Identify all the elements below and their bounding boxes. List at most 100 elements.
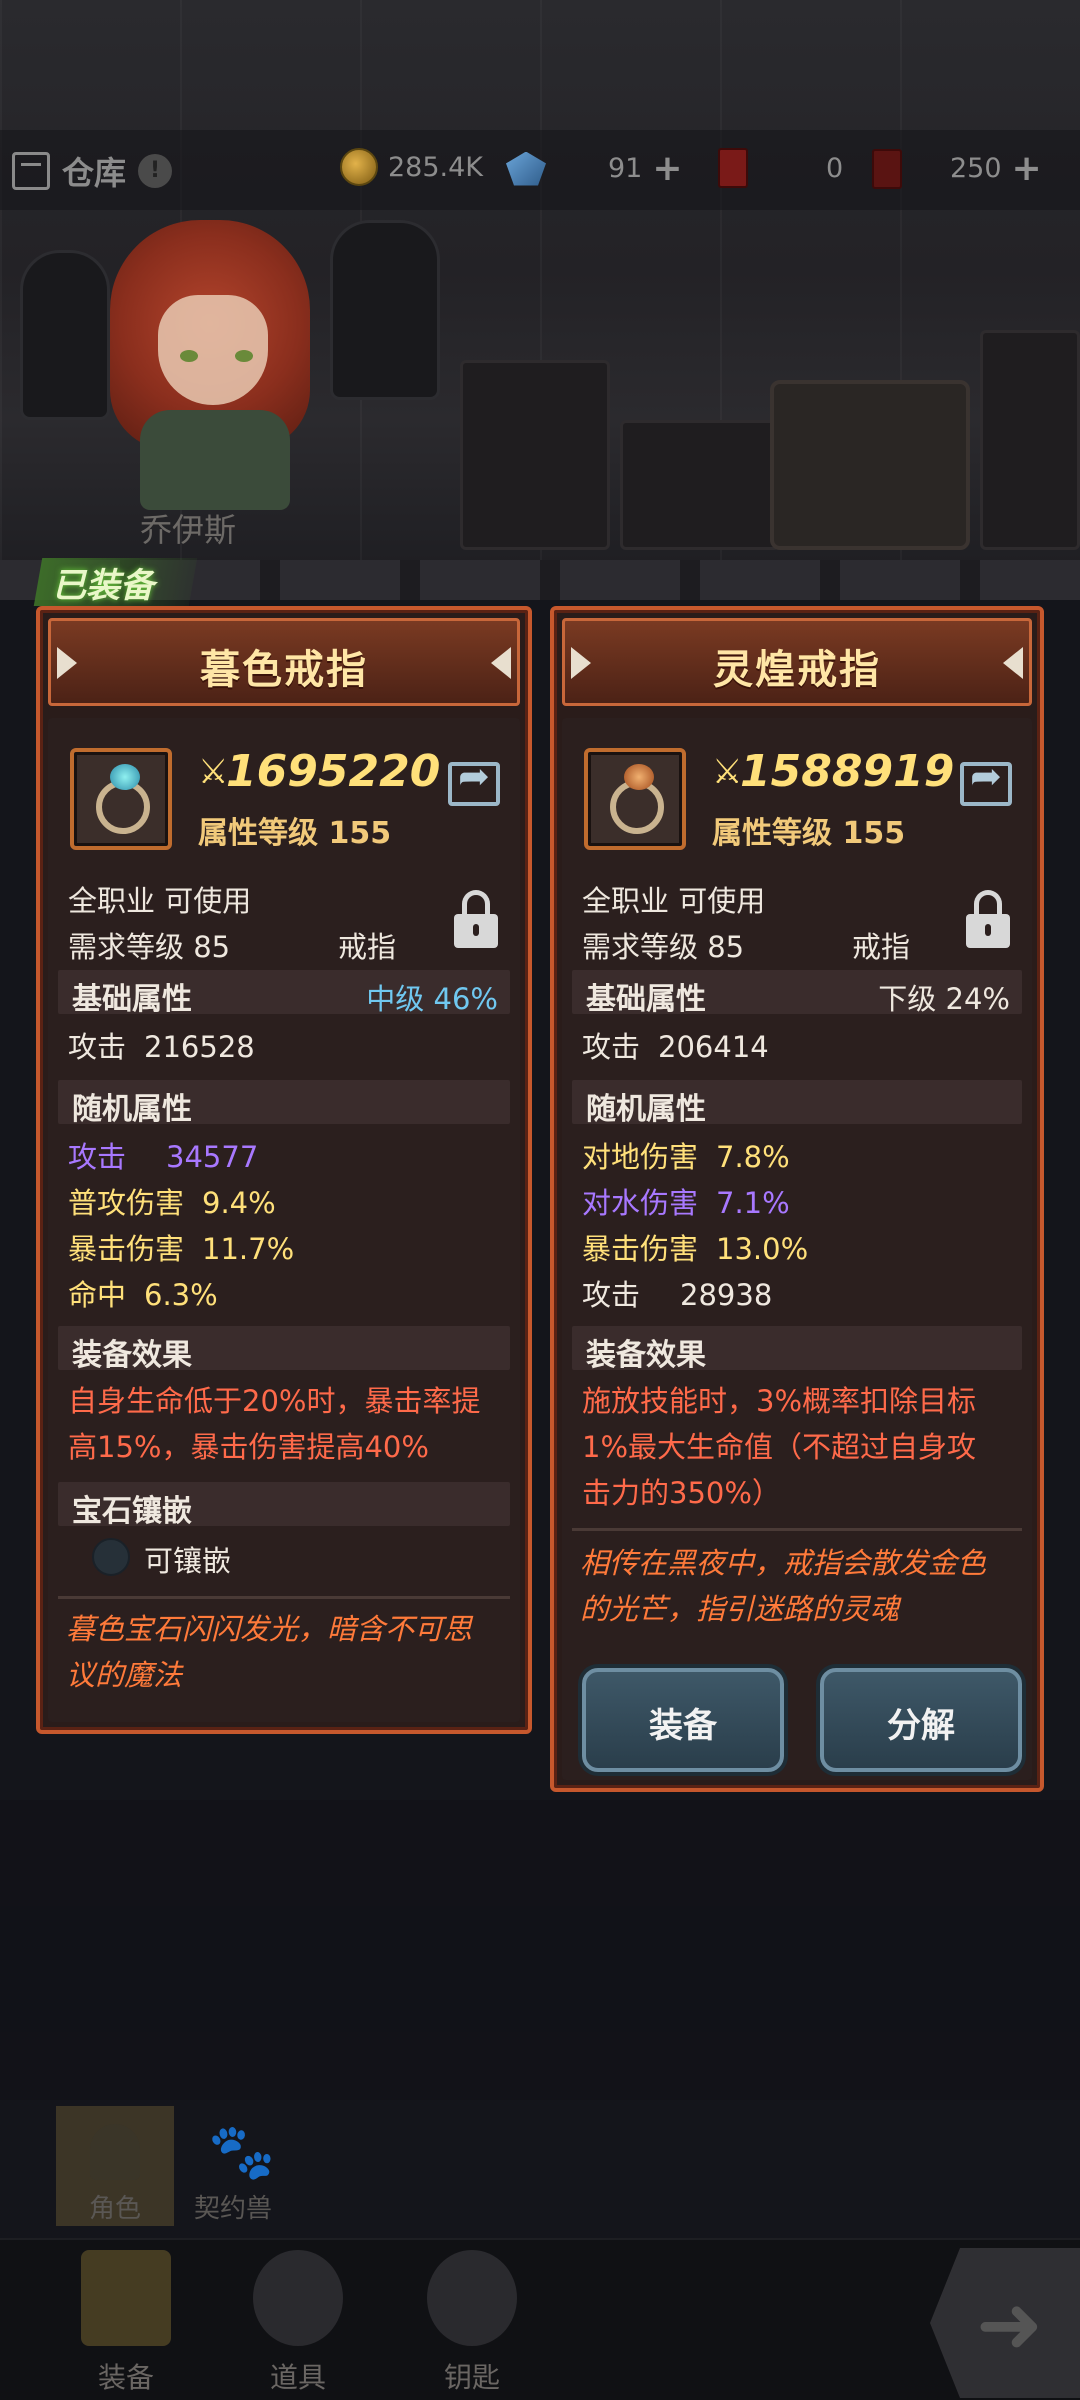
effect-line: 1%最大生命值（不超过自身攻 [582,1430,977,1464]
share-icon[interactable] [448,754,500,806]
flavor-line: 暮色宝石闪闪发光，暗含不可思 [66,1612,473,1646]
ring-item-icon [70,748,172,850]
random-stat: 攻击 28938 [582,1272,772,1314]
power-value: 1588919 [740,746,955,797]
dark-ticket-amount: 250 [950,153,1002,184]
subtab-character-label: 角色 [88,2194,141,2224]
empty-socket-icon[interactable] [92,1538,130,1576]
warehouse-header: 仓库 ! [12,148,173,194]
equipment-icon [81,2250,171,2346]
base-stat: 攻击 216528 [68,1024,255,1066]
class-requirement: 全职业 可使用 [68,884,252,918]
gem-counter: 91 + [506,148,683,189]
dismantle-button[interactable]: 分解 [820,1668,1022,1772]
item-detail-body: ⚔ 1695220 属性等级 155 全职业 可使用 需求等级 85 戒指 基础… [48,718,520,1722]
nav-tab-equipment[interactable]: 装备 [56,2238,196,2400]
subtab-pet-label: 契约兽 [193,2194,272,2224]
power-value: 1695220 [226,746,441,797]
armor-stand-decor [330,220,440,400]
forward-button[interactable]: ➜ [930,2248,1080,2398]
info-icon[interactable]: ! [138,154,173,188]
stat-name: 对水伤害 [582,1186,699,1220]
stat-value: 216528 [144,1030,255,1064]
crate-decor [620,420,780,550]
add-gems-button[interactable]: + [652,148,682,189]
nav-tab-keys[interactable]: 钥匙 [402,2238,542,2400]
stat-name: 对地伤害 [582,1140,699,1174]
paw-icon: 🐾 [208,2120,276,2183]
random-stat: 对水伤害 7.1% [582,1180,790,1222]
share-icon[interactable] [960,754,1012,806]
shelf-decor-2 [980,330,1080,550]
warehouse-label: 仓库 [62,154,127,192]
subtab-pet[interactable]: 🐾 契约兽 [174,2106,292,2226]
equip-button[interactable]: 装备 [582,1668,784,1772]
sword-power-icon: ⚔ [712,752,743,792]
base-grade-label: 中级 [366,982,425,1016]
add-tickets-button[interactable]: + [1012,148,1042,189]
stat-value: 206414 [658,1030,769,1064]
compare-item-panel: 灵煌戒指 ⚔ 1588919 属性等级 155 全职业 可使用 需求等级 85 … [550,606,1044,1792]
equip-effect-text: 自身生命低于20%时，暴击率提 高15%，暴击伤害提高40% [68,1378,502,1470]
class-requirement: 全职业 可使用 [582,884,766,918]
equip-effect-header: 装备效果 [572,1326,1022,1373]
dim-overlay [0,1800,1080,2100]
stat-name: 暴击伤害 [68,1232,185,1266]
divider [58,1596,510,1599]
red-ticket-amount: 0 [826,152,844,184]
item-title: 暮色戒指 [200,647,368,693]
lock-icon[interactable] [966,890,1010,948]
random-stat: 命中 6.3% [68,1272,218,1314]
equip-effect-label: 装备效果 [72,1338,192,1373]
stat-value: 7.1% [716,1186,790,1220]
random-stat: 暴击伤害 13.0% [582,1226,808,1268]
base-stat: 攻击 206414 [582,1024,769,1066]
base-attributes-header: 基础属性 中级 46% [58,970,510,1017]
treasure-chest-decor [770,380,970,550]
socket-status: 可镶嵌 [144,1544,232,1578]
equip-button-label: 装备 [649,1706,717,1746]
divider [572,1528,1022,1531]
stat-name: 暴击伤害 [582,1232,699,1266]
stat-value: 28938 [680,1278,773,1312]
base-attributes-label: 基础属性 [72,982,192,1017]
random-stat: 暴击伤害 11.7% [68,1226,294,1268]
ticket-dark-counter: 250 + [872,148,1042,189]
stat-name: 攻击 [68,1030,127,1064]
equipped-item-panel: 暮色戒指 ⚔ 1695220 属性等级 155 全职业 可使用 需求等级 85 … [36,606,532,1734]
base-attributes-label: 基础属性 [586,982,706,1017]
inventory-subtabs: 角色 🐾 契约兽 [56,2106,292,2226]
base-attributes-header: 基础属性 下级 24% [572,970,1022,1017]
gold-counter: 285.4K [340,148,483,186]
effect-line: 击力的350%） [582,1476,781,1510]
gold-amount: 285.4K [388,151,484,183]
character-name: 乔伊斯 [140,511,237,549]
random-stat: 普攻伤害 9.4% [68,1180,276,1222]
arrow-right-icon: ➜ [976,2278,1044,2371]
stat-name: 攻击 [582,1278,641,1312]
stat-name: 命中 [68,1278,127,1312]
attribute-level: 属性等级 155 [198,816,392,851]
equipped-badge: 已装备 [52,566,154,606]
effect-line: 施放技能时，3%概率扣除目标 [582,1384,977,1418]
stat-value: 13.0% [716,1232,809,1266]
dark-ticket-icon [872,148,902,189]
item-detail-body: ⚔ 1588919 属性等级 155 全职业 可使用 需求等级 85 戒指 基础… [562,718,1032,1780]
random-stat: 对地伤害 7.8% [582,1134,790,1176]
nav-tab-items[interactable]: 道具 [228,2238,368,2400]
base-grade: 中级 46% [366,976,498,1018]
key-icon [427,2250,517,2346]
lock-icon[interactable] [454,890,498,948]
random-attributes-header: 随机属性 [572,1080,1022,1127]
ticket-red-counter: 0 [718,148,843,188]
item-title-bar: 暮色戒指 [48,618,520,706]
level-requirement: 需求等级 85 [68,930,231,964]
subtab-character[interactable]: 角色 [56,2106,174,2226]
effect-line: 高15%，暴击伤害提高40% [68,1430,429,1464]
flavor-line: 相传在黑夜中，戒指会散发金色 [580,1546,987,1580]
dismantle-button-label: 分解 [887,1706,955,1746]
base-grade-percent: 46% [433,982,498,1016]
nav-tab-keys-label: 钥匙 [443,2361,500,2394]
stat-name: 普攻伤害 [68,1186,185,1220]
nav-tab-equipment-label: 装备 [97,2361,154,2394]
